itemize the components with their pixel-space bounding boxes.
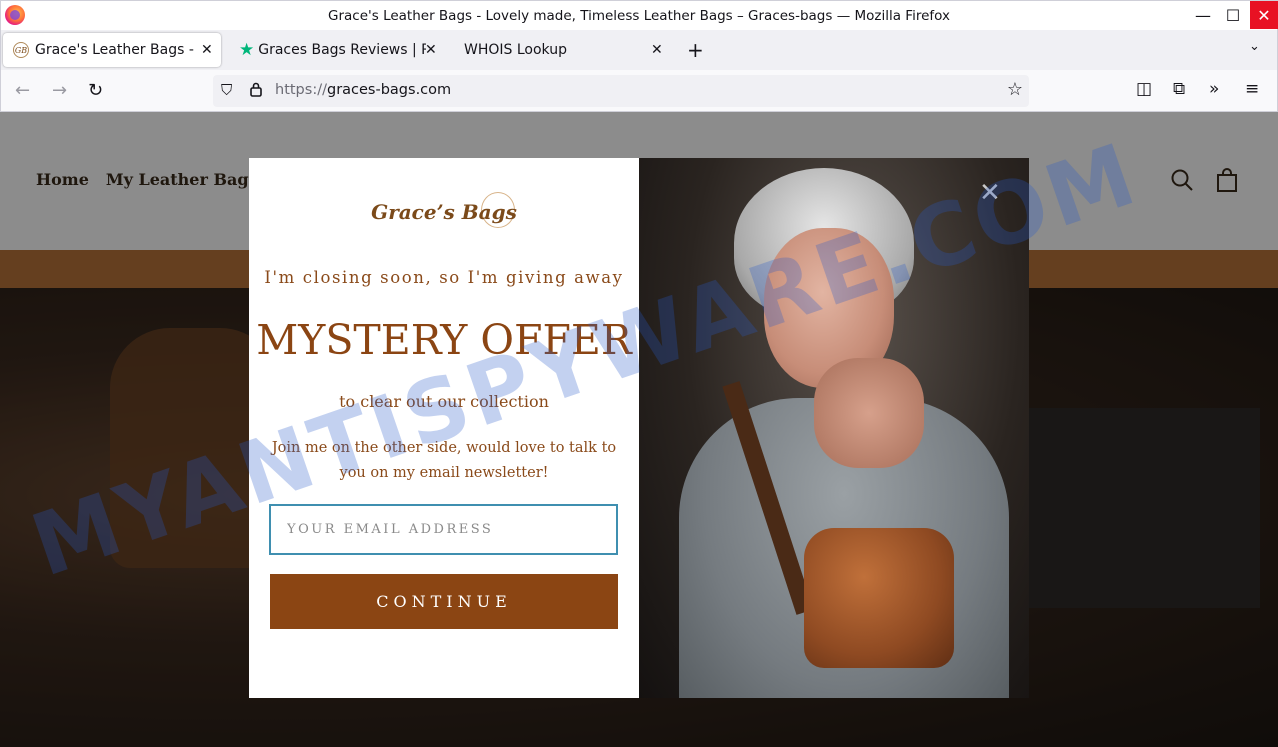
back-arrow-icon[interactable]: ← xyxy=(15,80,30,101)
tab-label: Graces Bags Reviews | Read Customer xyxy=(258,42,427,58)
tab-whois-lookup[interactable]: WHOIS Lookup ✕ xyxy=(453,33,668,67)
url-scheme: https:// xyxy=(275,82,327,98)
popup-subtitle: I'm closing soon, so I'm giving away xyxy=(264,268,624,287)
newsletter-popup: Grace’s Bags I'm closing soon, so I'm gi… xyxy=(249,158,1029,698)
continue-button[interactable]: CONTINUE xyxy=(270,574,618,629)
tab-close-icon[interactable]: ✕ xyxy=(425,42,437,58)
url-text[interactable]: https://graces-bags.com xyxy=(275,82,451,98)
tab-label: WHOIS Lookup xyxy=(464,42,567,58)
pocket-icon[interactable]: ◫ xyxy=(1136,79,1152,99)
tab-graces-bags-reviews[interactable]: ★ Graces Bags Reviews | Read Customer ✕ xyxy=(229,33,441,67)
trustpilot-star-icon: ★ xyxy=(239,40,255,60)
popup-form-panel: Grace’s Bags I'm closing soon, so I'm gi… xyxy=(249,158,639,698)
popup-body-text: Join me on the other side, would love to… xyxy=(271,440,617,481)
tab-strip: GB Grace's Leather Bags - Lovely made ✕ … xyxy=(0,30,1278,70)
hamburger-menu-icon[interactable]: ≡ xyxy=(1245,79,1259,99)
list-all-tabs-chevron-icon[interactable]: ⌄ xyxy=(1249,39,1260,54)
window-titlebar: Grace's Leather Bags - Lovely made, Time… xyxy=(0,0,1278,30)
photo-hands-shape xyxy=(814,358,924,468)
brand-logo: Grace’s Bags xyxy=(371,200,517,224)
bookmark-star-icon[interactable]: ☆ xyxy=(1007,79,1023,100)
url-bar[interactable]: ⛉ https://graces-bags.com ☆ xyxy=(213,75,1029,107)
new-tab-plus-icon[interactable]: + xyxy=(687,38,704,62)
close-window-button[interactable]: ✕ xyxy=(1250,1,1278,29)
popup-tagline: to clear out our collection xyxy=(339,392,549,411)
email-field[interactable] xyxy=(269,504,618,555)
overflow-chevrons-icon[interactable]: » xyxy=(1209,79,1219,99)
tab-close-icon[interactable]: ✕ xyxy=(651,42,663,58)
tab-close-icon[interactable]: ✕ xyxy=(201,42,213,58)
web-page: Home My Leather Bags A Grace’s Bags I'm … xyxy=(0,112,1278,747)
forward-arrow-icon[interactable]: → xyxy=(52,80,67,101)
lock-icon[interactable] xyxy=(249,81,263,101)
popup-headline: MYSTERY OFFER xyxy=(256,316,632,364)
reload-icon[interactable]: ↻ xyxy=(88,80,103,101)
window-title: Grace's Leather Bags - Lovely made, Time… xyxy=(328,8,950,24)
tab-graces-leather-bags[interactable]: GB Grace's Leather Bags - Lovely made ✕ xyxy=(3,33,221,67)
popup-close-icon[interactable]: ✕ xyxy=(979,178,1001,208)
extensions-puzzle-icon[interactable]: ⧉ xyxy=(1173,79,1185,99)
tab-label: Grace's Leather Bags - Lovely made xyxy=(35,42,195,58)
photo-leather-bag-shape xyxy=(804,528,954,668)
popup-photo: ✕ xyxy=(639,158,1029,698)
navigation-toolbar: ← → ↻ ⛉ https://graces-bags.com ☆ ◫ ⧉ » … xyxy=(0,70,1278,112)
maximize-button[interactable]: ☐ xyxy=(1214,1,1252,29)
tracking-protection-shield-icon[interactable]: ⛉ xyxy=(221,81,232,99)
graces-bags-favicon-icon: GB xyxy=(13,42,29,58)
url-host: graces-bags.com xyxy=(326,82,452,98)
